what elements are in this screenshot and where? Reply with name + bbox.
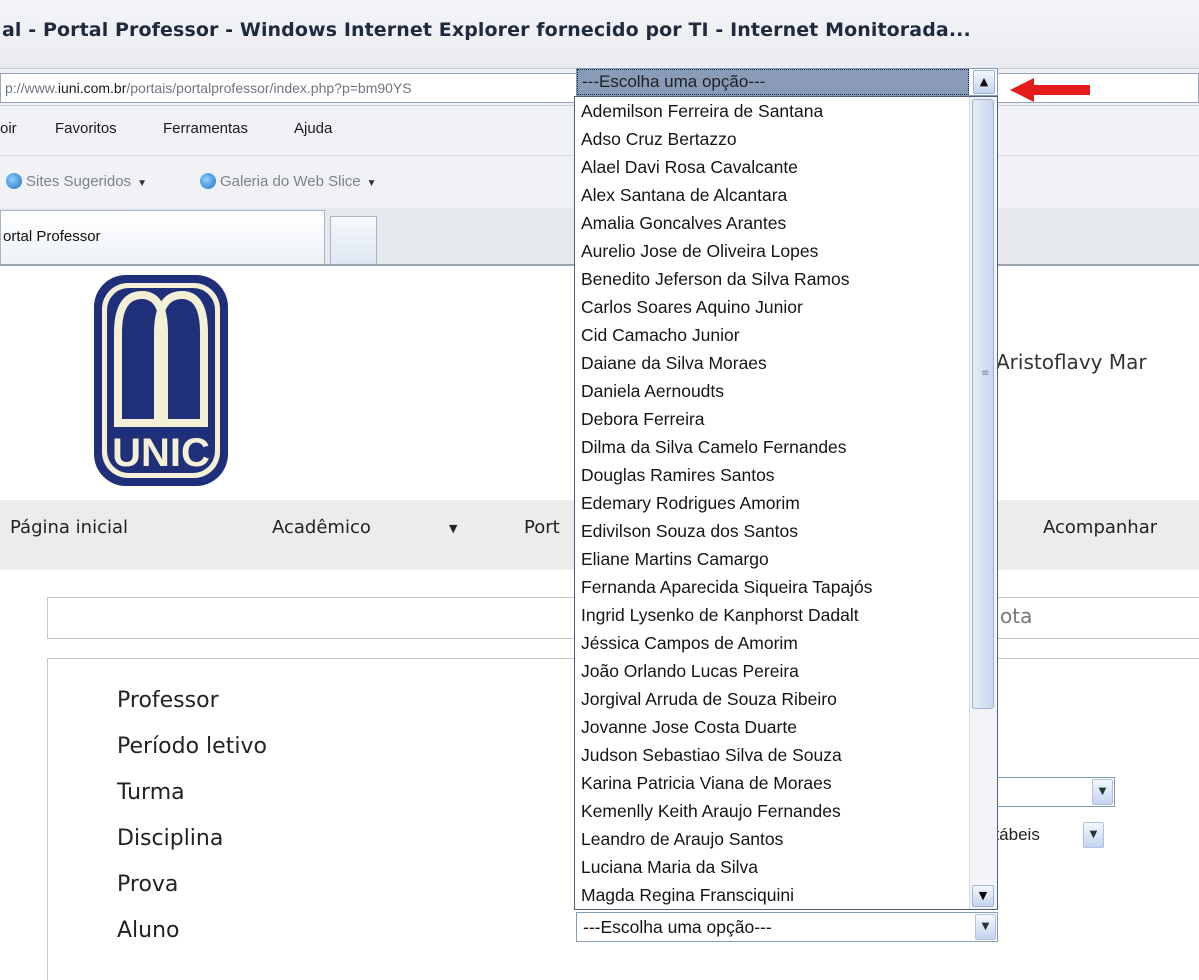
red-arrow-annotation <box>1010 78 1090 102</box>
chevron-down-icon: ▼ <box>366 178 377 189</box>
chevron-down-icon[interactable]: ▼ <box>1083 822 1104 848</box>
window-title: al - Portal Professor - Windows Internet… <box>2 19 971 41</box>
dropdown-option[interactable]: Alex Santana de Alcantara <box>575 181 969 209</box>
chevron-down-icon[interactable]: ▼ <box>975 914 996 940</box>
professor-dropdown-list: Ademilson Ferreira de Santana Adso Cruz … <box>574 96 998 910</box>
dropdown-option[interactable]: Ademilson Ferreira de Santana <box>575 97 969 125</box>
dropdown-option[interactable]: Luciana Maria da Silva <box>575 853 969 881</box>
dropdown-option[interactable]: Amalia Goncalves Arantes <box>575 209 969 237</box>
ie-icon <box>200 173 216 189</box>
dropdown-option[interactable]: Jéssica Campos de Amorim <box>575 629 969 657</box>
disciplina-select[interactable]: ntábeis ▼ <box>985 821 1105 851</box>
chevron-down-icon[interactable]: ▼ <box>1092 779 1113 805</box>
dropdown-option[interactable]: Cid Camacho Junior <box>575 321 969 349</box>
dropdown-option[interactable]: Daniela Aernoudts <box>575 377 969 405</box>
menu-ajuda[interactable]: Ajuda <box>294 120 332 137</box>
label-disciplina: Disciplina <box>117 826 224 851</box>
dropdown-option[interactable]: Kemenlly Keith Araujo Fernandes <box>575 797 969 825</box>
chevron-down-icon[interactable]: ▼ <box>972 885 994 907</box>
dropdown-option[interactable]: Dilma da Silva Camelo Fernandes <box>575 433 969 461</box>
turma-select[interactable]: ▼ <box>985 777 1115 807</box>
label-turma: Turma <box>117 780 185 805</box>
dropdown-option[interactable]: Benedito Jeferson da Silva Ramos <box>575 265 969 293</box>
address-url: p://www.iuni.com.br/portais/portalprofes… <box>5 80 412 96</box>
user-name: Aristoflavy Mar <box>996 350 1147 374</box>
label-professor: Professor <box>117 688 219 713</box>
dropdown-option[interactable]: Eliane Martins Camargo <box>575 545 969 573</box>
dropdown-option[interactable]: Leandro de Araujo Santos <box>575 825 969 853</box>
grip-icon: ≡ <box>981 368 990 379</box>
unic-logo: UNIC <box>94 275 228 486</box>
dropdown-option[interactable]: Aurelio Jose de Oliveira Lopes <box>575 237 969 265</box>
menu-exibir[interactable]: oir <box>0 120 17 137</box>
dropdown-option[interactable]: João Orlando Lucas Pereira <box>575 657 969 685</box>
professor-select-value: ---Escolha uma opção--- <box>577 69 969 95</box>
search-box-text: ota <box>1000 604 1033 628</box>
menu-favoritos[interactable]: Favoritos <box>55 120 117 137</box>
aluno-select-value: ---Escolha uma opção--- <box>583 917 772 937</box>
window-titlebar: al - Portal Professor - Windows Internet… <box>0 0 1199 68</box>
tab-label: ortal Professor <box>3 228 101 245</box>
nav-pagina-inicial[interactable]: Página inicial <box>10 517 128 538</box>
dropdown-option[interactable]: Daiane da Silva Moraes <box>575 349 969 377</box>
dropdown-option[interactable]: Edivilson Souza dos Santos <box>575 517 969 545</box>
ie-icon <box>6 173 22 189</box>
dropdown-option[interactable]: Alael Davi Rosa Cavalcante <box>575 153 969 181</box>
chevron-down-icon: ▼ <box>449 522 458 535</box>
label-aluno: Aluno <box>117 918 180 943</box>
tab-portal-professor[interactable]: ortal Professor <box>0 210 325 264</box>
label-prova: Prova <box>117 872 179 897</box>
dropdown-option[interactable]: Karina Patricia Viana de Moraes <box>575 769 969 797</box>
nav-academico[interactable]: Acadêmico <box>272 517 371 538</box>
new-tab-button[interactable] <box>330 216 377 264</box>
dropdown-option[interactable]: Jorgival Arruda de Souza Ribeiro <box>575 685 969 713</box>
chevron-down-icon: ▼ <box>137 178 147 189</box>
fav-galeria-web-slice[interactable]: Galeria do Web Slice ▼ <box>200 173 377 190</box>
menu-ferramentas[interactable]: Ferramentas <box>163 120 248 137</box>
dropdown-option[interactable]: Debora Ferreira <box>575 405 969 433</box>
dropdown-option[interactable]: Fernanda Aparecida Siqueira Tapajós <box>575 573 969 601</box>
nav-portal[interactable]: Port <box>524 517 560 538</box>
dropdown-option[interactable]: Magda Regina Fransciquini <box>575 881 969 909</box>
scrollbar-thumb[interactable]: ≡ <box>972 99 994 709</box>
nav-acompanhar[interactable]: Acompanhar <box>1043 517 1157 538</box>
aluno-select[interactable]: ---Escolha uma opção--- ▼ <box>576 912 998 942</box>
dropdown-option[interactable]: Douglas Ramires Santos <box>575 461 969 489</box>
svg-text:UNIC: UNIC <box>112 431 210 475</box>
dropdown-option[interactable]: Ingrid Lysenko de Kanphorst Dadalt <box>575 601 969 629</box>
dropdown-scrollbar[interactable]: ≡ ▼ <box>969 97 997 909</box>
dropdown-option[interactable]: Jovanne Jose Costa Duarte <box>575 713 969 741</box>
dropdown-option[interactable]: Adso Cruz Bertazzo <box>575 125 969 153</box>
dropdown-option[interactable]: Judson Sebastiao Silva de Souza <box>575 741 969 769</box>
fav-sites-sugeridos[interactable]: Sites Sugeridos ▼ <box>6 173 147 190</box>
label-periodo-letivo: Período letivo <box>117 734 267 759</box>
dropdown-option[interactable]: Carlos Soares Aquino Junior <box>575 293 969 321</box>
chevron-up-icon[interactable]: ▲ <box>973 70 995 94</box>
professor-select[interactable]: ---Escolha uma opção--- ▲ <box>576 68 998 96</box>
dropdown-option[interactable]: Edemary Rodrigues Amorim <box>575 489 969 517</box>
